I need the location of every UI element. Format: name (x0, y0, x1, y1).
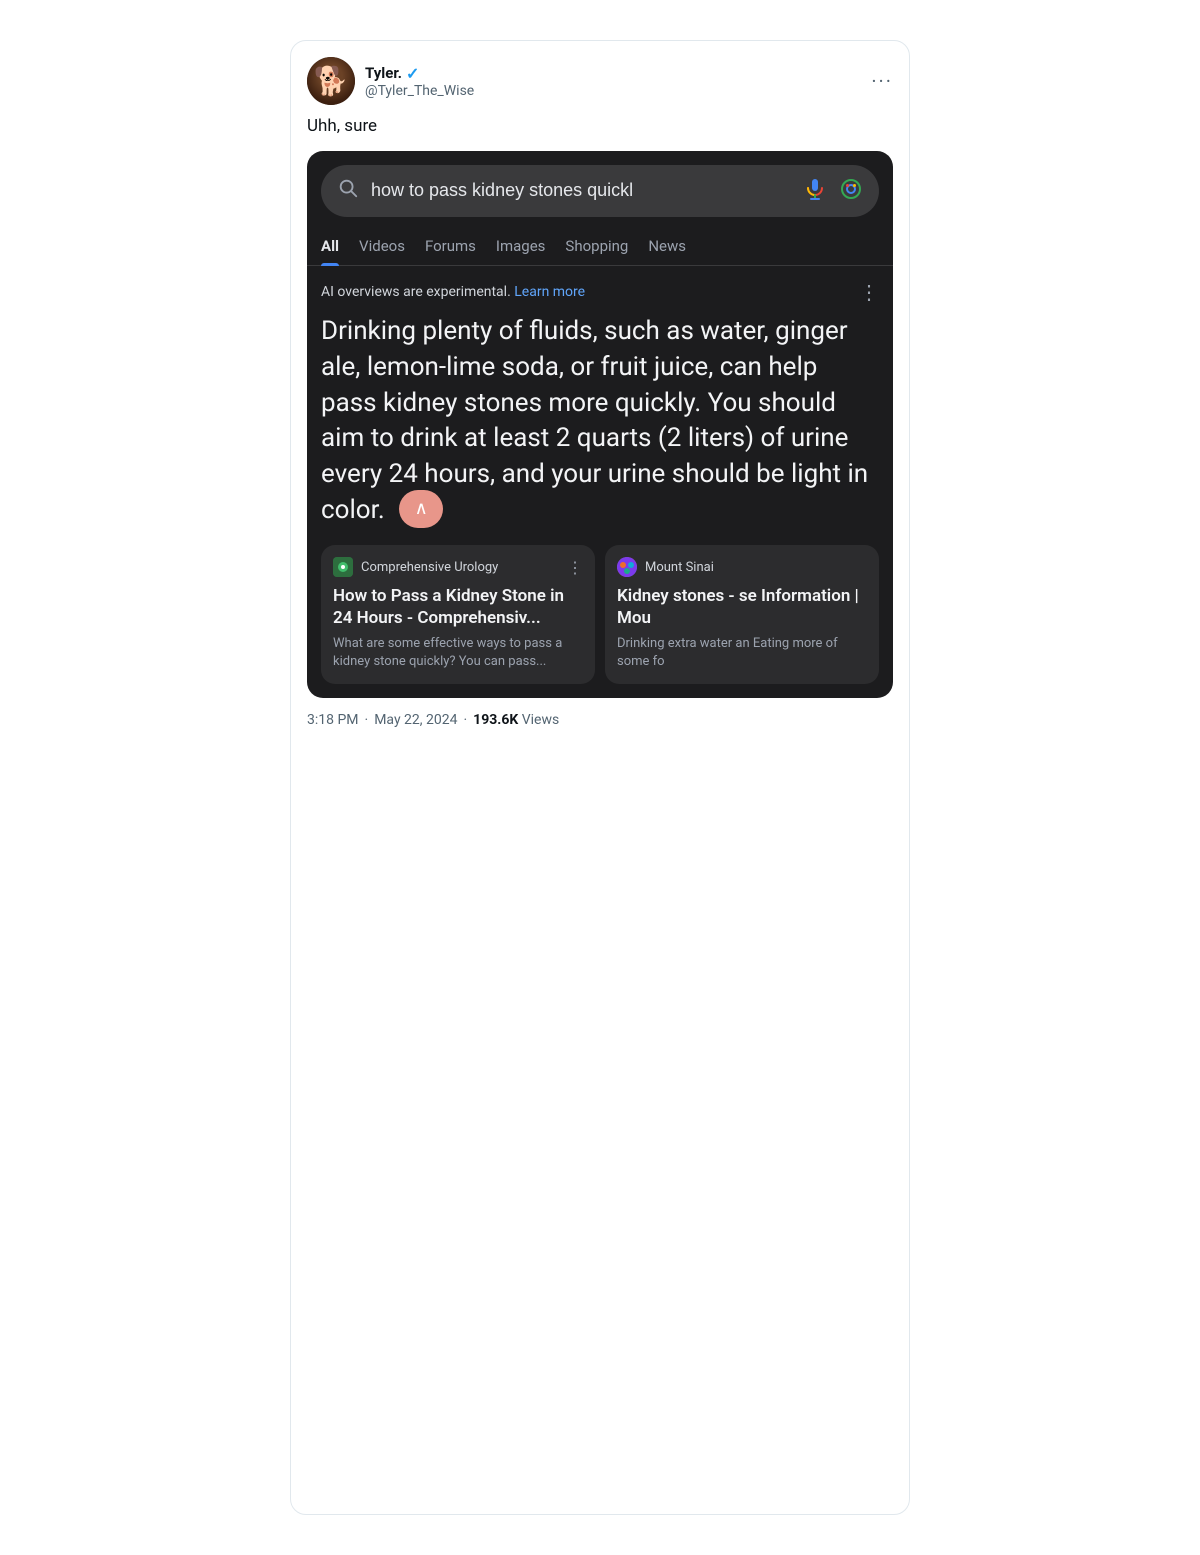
verified-badge-icon: ✓ (406, 64, 419, 83)
tab-forums[interactable]: Forums (425, 227, 476, 265)
source-header-2: Mount Sinai (617, 557, 867, 577)
source-options-icon-1[interactable]: ⋮ (567, 558, 583, 577)
source-title-2: Kidney stones - se Information | Mou (617, 585, 867, 629)
source-name-row-1: Comprehensive Urology (333, 557, 498, 577)
ai-notice-text: AI overviews are experimental. Learn mor… (321, 284, 585, 300)
ai-options-icon[interactable]: ⋮ (859, 280, 879, 304)
source-name-2: Mount Sinai (645, 560, 714, 575)
source-desc-2: Drinking extra water an Eating more of s… (617, 635, 867, 671)
tab-shopping[interactable]: Shopping (565, 227, 628, 265)
search-bar[interactable]: how to pass kidney stones quickl (321, 165, 879, 217)
search-icon (337, 177, 359, 204)
avatar[interactable] (307, 57, 355, 105)
source-card-2[interactable]: Mount Sinai Kidney stones - se Informati… (605, 545, 879, 684)
tweet-footer: 3:18 PM · May 22, 2024 · 193.6K Views (307, 712, 893, 728)
tab-all[interactable]: All (321, 227, 339, 265)
tab-videos[interactable]: Videos (359, 227, 405, 265)
collapse-button[interactable]: ∧ (399, 490, 443, 528)
search-query: how to pass kidney stones quickl (371, 180, 791, 201)
mic-icon[interactable] (803, 177, 827, 205)
display-name: Tyler. ✓ (365, 64, 474, 83)
tweet-card: Tyler. ✓ @Tyler_The_Wise ··· Uhh, sure h… (290, 40, 910, 1515)
tweet-time: 3:18 PM (307, 712, 359, 728)
source-name-row-2: Mount Sinai (617, 557, 714, 577)
google-search-card: how to pass kidney stones quickl (307, 151, 893, 698)
tab-images[interactable]: Images (496, 227, 546, 265)
user-text-info: Tyler. ✓ @Tyler_The_Wise (365, 64, 474, 99)
learn-more-link[interactable]: Learn more (514, 284, 585, 300)
source-header-1: Comprehensive Urology ⋮ (333, 557, 583, 577)
tab-news[interactable]: News (648, 227, 686, 265)
username[interactable]: @Tyler_The_Wise (365, 83, 474, 99)
user-info: Tyler. ✓ @Tyler_The_Wise (307, 57, 474, 105)
tweet-date: May 22, 2024 (374, 712, 457, 728)
tweet-views: 193.6K Views (473, 712, 559, 728)
source-favicon-1 (333, 557, 353, 577)
tweet-text: Uhh, sure (307, 115, 893, 139)
source-name-1: Comprehensive Urology (361, 560, 498, 575)
ai-notice: AI overviews are experimental. Learn mor… (321, 280, 879, 304)
source-card-1[interactable]: Comprehensive Urology ⋮ How to Pass a Ki… (321, 545, 595, 684)
tweet-header: Tyler. ✓ @Tyler_The_Wise ··· (307, 57, 893, 105)
dot-separator-1: · (365, 712, 369, 728)
ai-answer-text: Drinking plenty of fluids, such as water… (321, 314, 879, 529)
source-desc-1: What are some effective ways to pass a k… (333, 635, 583, 671)
more-options-button[interactable]: ··· (871, 69, 893, 93)
ai-overview-section: AI overviews are experimental. Learn mor… (307, 266, 893, 529)
search-tabs: All Videos Forums Images Shopping News (307, 227, 893, 266)
lens-icon[interactable] (839, 177, 863, 205)
source-title-1: How to Pass a Kidney Stone in 24 Hours -… (333, 585, 583, 629)
source-cards: Comprehensive Urology ⋮ How to Pass a Ki… (307, 545, 893, 698)
dot-separator-2: · (463, 712, 467, 728)
source-favicon-2 (617, 557, 637, 577)
